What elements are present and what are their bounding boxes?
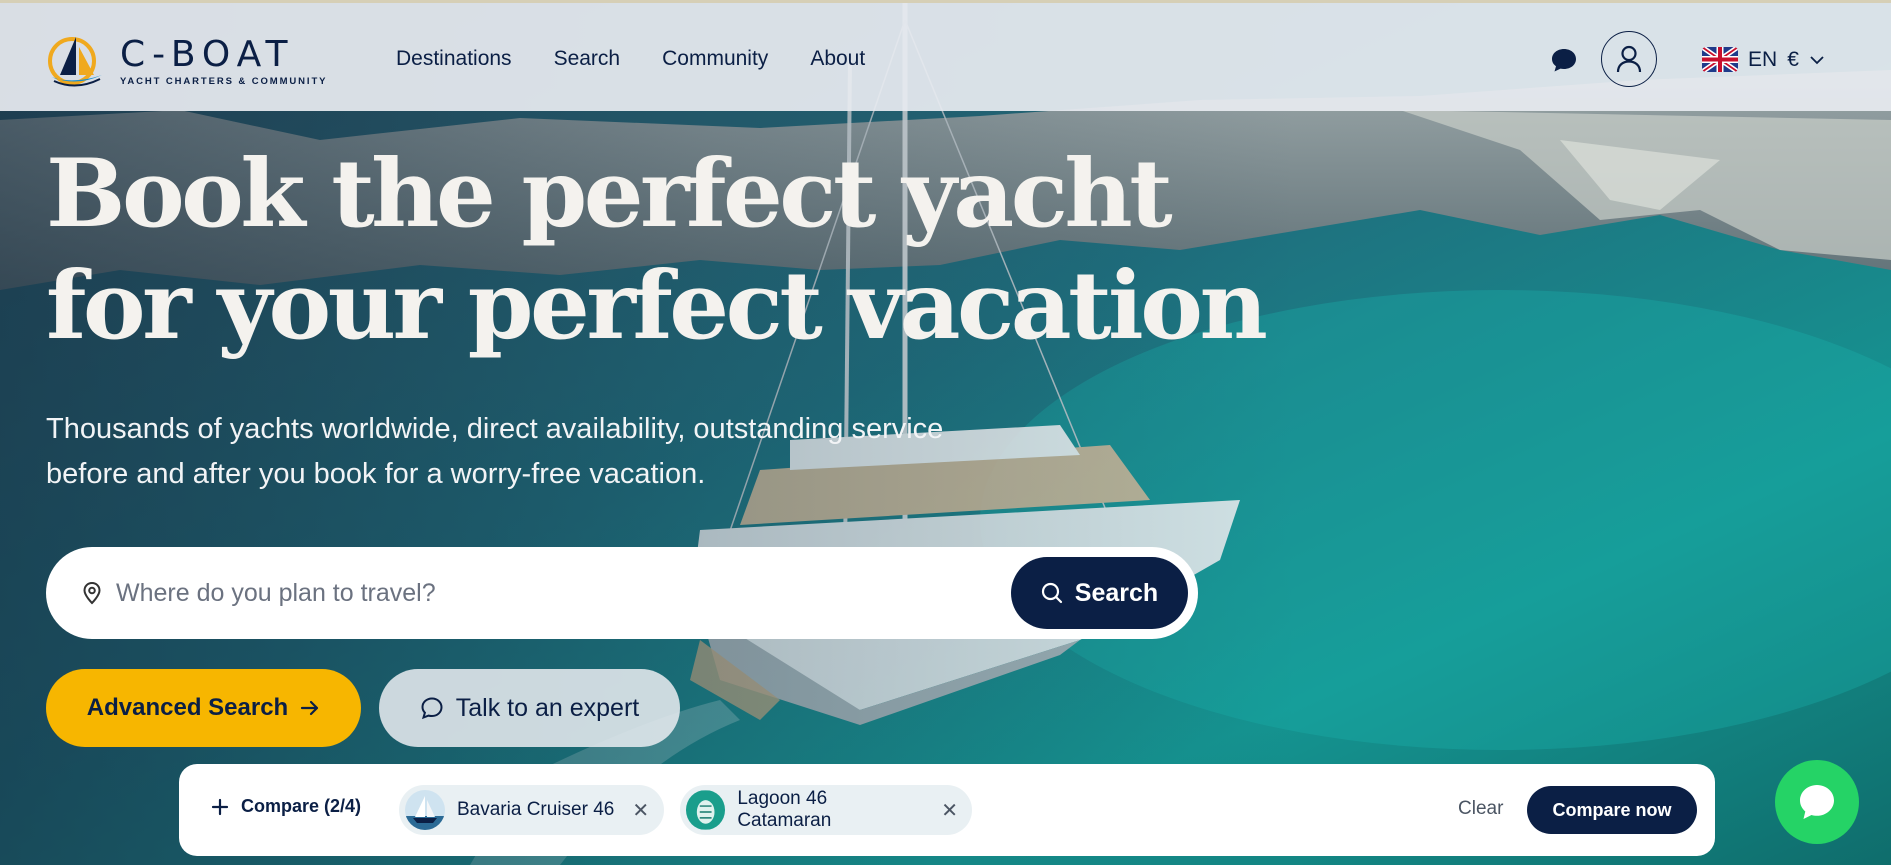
headline-line-2: for your perfect vacation [46,251,1268,361]
speech-bubble-icon [421,697,443,720]
remove-compare-icon[interactable]: ✕ [941,798,958,823]
advanced-search-button[interactable]: Advanced Search [46,669,361,747]
nav-about[interactable]: About [810,47,865,71]
currency-symbol: € [1787,47,1799,71]
destination-search-input[interactable] [116,569,1016,617]
destination-search-bar: Search [46,547,1198,639]
compare-chip[interactable]: Lagoon 46 Catamaran ✕ [680,785,972,835]
compare-bar: Compare (2/4) Bavaria Cruiser 46 ✕ Lagoo… [179,764,1715,856]
logo[interactable]: C-BOAT YACHT CHARTERS & COMMUNITY [46,31,336,91]
nav-community[interactable]: Community [662,47,768,71]
nav-destinations[interactable]: Destinations [396,47,512,71]
boat-thumbnail [686,790,726,830]
compare-toggle[interactable]: Compare (2/4) [211,796,361,817]
chat-bubble-icon[interactable] [1551,47,1577,73]
search-icon [1041,582,1062,604]
compare-chip-name: Lagoon 46 Catamaran [737,788,832,831]
compare-chip-name: Bavaria Cruiser 46 [457,799,615,820]
user-account-button[interactable] [1601,31,1657,87]
location-pin-icon [83,581,101,605]
hero-headline: Book the perfect yacht for your perfect … [46,138,1268,362]
sailboat-logo-icon [48,37,102,87]
boat-thumbnail [405,790,445,830]
talk-to-expert-button[interactable]: Talk to an expert [379,669,680,747]
hero-subtitle: Thousands of yachts worldwide, direct av… [46,413,944,490]
search-button-label: Search [1074,578,1159,607]
advanced-search-label: Advanced Search [86,694,289,721]
plus-icon [211,798,229,815]
clear-compare-button[interactable]: Clear [1458,798,1503,820]
user-icon [1616,45,1642,73]
whatsapp-icon [1800,785,1834,819]
nav-search[interactable]: Search [554,47,621,71]
logo-tagline: YACHT CHARTERS & COMMUNITY [120,75,328,87]
compare-chip[interactable]: Bavaria Cruiser 46 ✕ [399,785,664,835]
talk-to-expert-label: Talk to an expert [455,693,640,722]
arrow-right-icon [301,700,319,716]
headline-line-1: Book the perfect yacht [46,139,1173,249]
logo-name: C-BOAT [120,33,295,75]
search-button[interactable]: Search [1011,557,1188,629]
compare-count-label: Compare (2/4) [241,796,362,816]
remove-compare-icon[interactable]: ✕ [632,798,649,823]
compare-now-button[interactable]: Compare now [1527,786,1697,834]
uk-flag-icon [1702,47,1738,72]
main-nav: Destinations Search Community About [396,47,865,71]
whatsapp-chat-button[interactable] [1775,760,1859,844]
language-currency-selector[interactable]: EN € [1702,47,1825,72]
language-code: EN [1748,47,1778,71]
site-header: C-BOAT YACHT CHARTERS & COMMUNITY Destin… [0,0,1891,111]
chevron-down-icon [1810,55,1824,64]
